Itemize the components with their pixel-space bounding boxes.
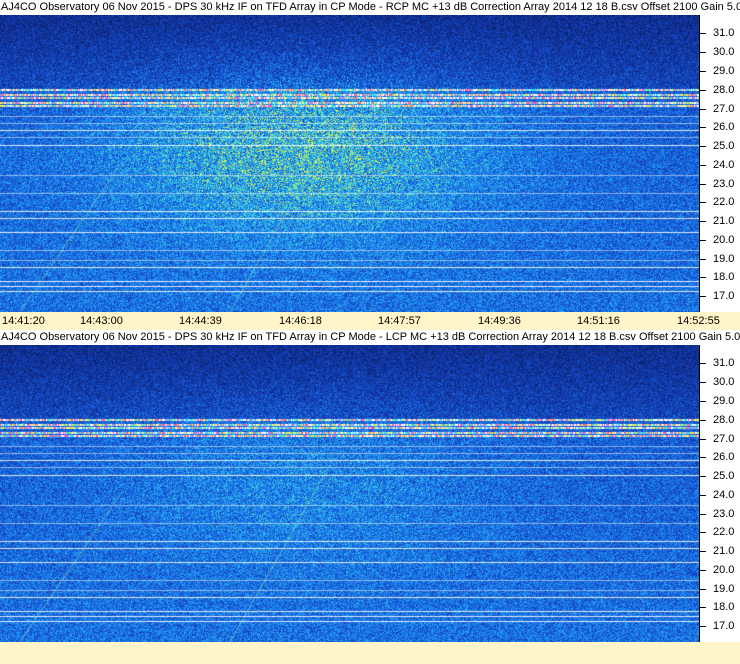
freq-tick (700, 495, 706, 496)
freq-label: 18.0 (713, 601, 735, 613)
freq-label: 18.0 (713, 271, 735, 283)
freq-label: 21.0 (713, 545, 735, 557)
time-label: 14:51:16 (577, 315, 620, 327)
freq-label: 20.0 (713, 564, 735, 576)
freq-tick (700, 296, 706, 297)
freq-label: 24.0 (713, 489, 735, 501)
freq-tick (700, 589, 706, 590)
freq-tick (700, 420, 706, 421)
freq-label: 29.0 (713, 395, 735, 407)
freq-label: 28.0 (713, 414, 735, 426)
freq-tick (700, 363, 706, 364)
spectrogram-panel-lcp: AJ4CO Observatory 06 Nov 2015 - DPS 30 k… (0, 330, 740, 664)
freq-label: 28.0 (713, 84, 735, 96)
freq-tick (700, 570, 706, 571)
time-label: 14:44:39 (179, 315, 222, 327)
freq-tick (700, 184, 706, 185)
freq-tick (700, 259, 706, 260)
freq-label: 29.0 (713, 65, 735, 77)
time-label: 14:47:57 (378, 315, 421, 327)
freq-label: 19.0 (713, 253, 735, 265)
freq-tick (700, 109, 706, 110)
freq-tick (700, 33, 706, 34)
time-axis (0, 642, 740, 664)
freq-label: 17.0 (713, 620, 735, 632)
time-label: 14:41:20 (2, 315, 45, 327)
freq-label: 30.0 (713, 376, 735, 388)
freq-tick (700, 401, 706, 402)
freq-label: 26.0 (713, 451, 735, 463)
freq-tick (700, 626, 706, 627)
spectrogram-panel-rcp: AJ4CO Observatory 06 Nov 2015 - DPS 30 k… (0, 0, 740, 330)
freq-tick (700, 52, 706, 53)
freq-label: 25.0 (713, 140, 735, 152)
frequency-axis: 31.0 30.0 29.0 28.0 27.0 26.0 25.0 24.0 … (699, 15, 740, 312)
freq-label: 31.0 (713, 357, 735, 369)
freq-tick (700, 607, 706, 608)
freq-label: 23.0 (713, 178, 735, 190)
freq-tick (700, 439, 706, 440)
freq-tick (700, 277, 706, 278)
panel-title: AJ4CO Observatory 06 Nov 2015 - DPS 30 k… (0, 330, 740, 345)
freq-tick (700, 514, 706, 515)
freq-tick (700, 221, 706, 222)
time-axis: 14:41:20 14:43:00 14:44:39 14:46:18 14:4… (0, 312, 740, 330)
freq-tick (700, 551, 706, 552)
freq-tick (700, 165, 706, 166)
freq-label: 17.0 (713, 290, 735, 302)
spectrogram-canvas-rcp[interactable] (0, 15, 699, 312)
freq-tick (700, 476, 706, 477)
freq-label: 27.0 (713, 433, 735, 445)
spectrogram-canvas-lcp[interactable] (0, 345, 699, 642)
freq-label: 23.0 (713, 508, 735, 520)
freq-tick (700, 382, 706, 383)
freq-tick (700, 202, 706, 203)
freq-label: 27.0 (713, 103, 735, 115)
freq-tick (700, 71, 706, 72)
freq-label: 22.0 (713, 196, 735, 208)
freq-label: 25.0 (713, 470, 735, 482)
freq-label: 22.0 (713, 526, 735, 538)
time-label: 14:43:00 (80, 315, 123, 327)
freq-label: 24.0 (713, 159, 735, 171)
freq-tick (700, 146, 706, 147)
freq-label: 19.0 (713, 583, 735, 595)
panel-title: AJ4CO Observatory 06 Nov 2015 - DPS 30 k… (0, 0, 740, 15)
freq-label: 20.0 (713, 234, 735, 246)
freq-tick (700, 457, 706, 458)
time-label: 14:52:55 (677, 315, 720, 327)
freq-tick (700, 127, 706, 128)
time-label: 14:46:18 (279, 315, 322, 327)
freq-label: 31.0 (713, 27, 735, 39)
freq-label: 30.0 (713, 46, 735, 58)
time-label: 14:49:36 (478, 315, 521, 327)
freq-tick (700, 90, 706, 91)
freq-label: 26.0 (713, 121, 735, 133)
freq-label: 21.0 (713, 215, 735, 227)
freq-tick (700, 240, 706, 241)
frequency-axis: 31.0 30.0 29.0 28.0 27.0 26.0 25.0 24.0 … (699, 345, 740, 642)
freq-tick (700, 532, 706, 533)
